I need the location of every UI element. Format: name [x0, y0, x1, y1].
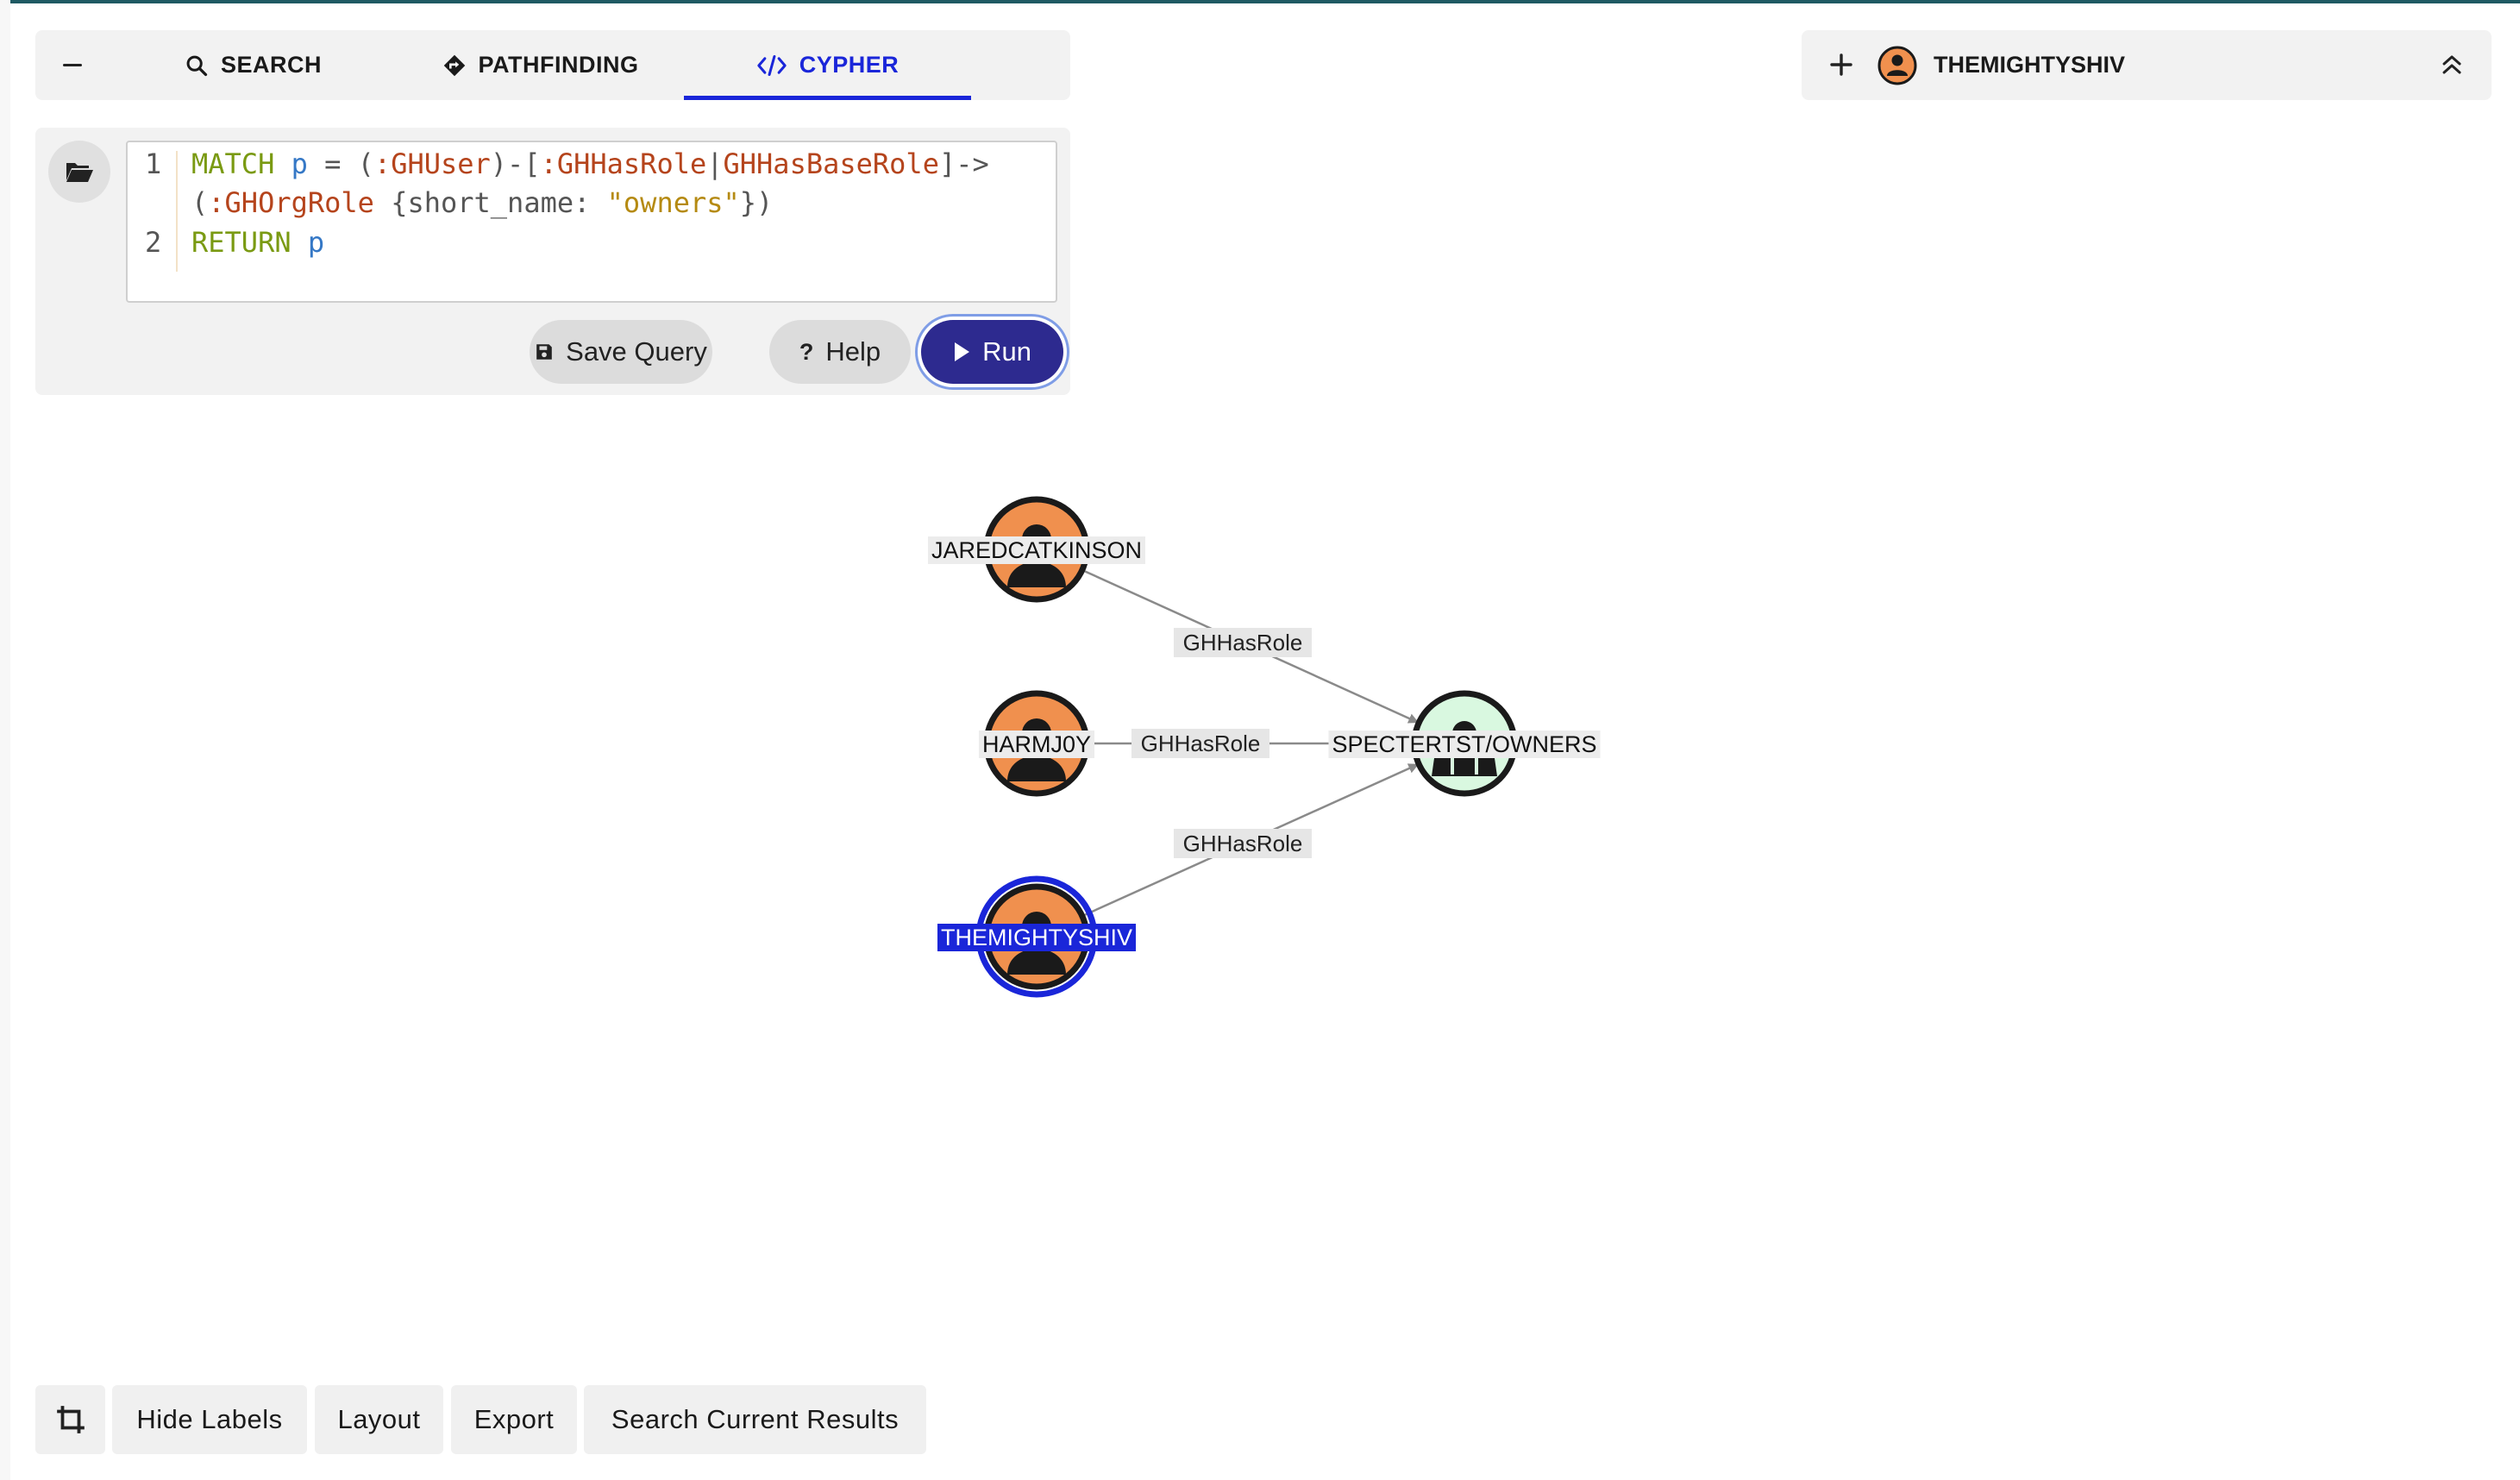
tab-cypher[interactable]: CYPHER — [684, 30, 971, 100]
search-tabs: SEARCH PATHFINDING CYPHER — [35, 30, 1070, 100]
fit-to-screen-button[interactable] — [35, 1385, 105, 1454]
code-line: RETURN p — [191, 226, 324, 259]
plus-icon[interactable] — [1826, 49, 1857, 80]
svg-text:JAREDCATKINSON: JAREDCATKINSON — [931, 537, 1142, 563]
route-diamond-icon — [443, 54, 465, 76]
export-button[interactable]: Export — [451, 1385, 577, 1454]
svg-text:THEMIGHTYSHIV: THEMIGHTYSHIV — [941, 925, 1132, 950]
help-label: Help — [825, 336, 881, 367]
chevrons-up-icon[interactable] — [2436, 49, 2467, 80]
svg-text:SPECTERTST/OWNERS: SPECTERTST/OWNERS — [1332, 731, 1596, 757]
saved-queries-button[interactable] — [48, 141, 110, 203]
code-token: {short_name: — [373, 186, 607, 219]
code-token: ( — [191, 186, 209, 219]
cypher-query-panel: 1 2 MATCH p = (:GHUser)-[:GHHasRole|GHHa… — [35, 128, 1070, 395]
code-token: RETURN — [191, 226, 291, 259]
graph-node-harmj0y[interactable]: HARMJ0Y — [978, 690, 1095, 797]
code-token: = — [307, 147, 358, 180]
line-number: 1 — [145, 147, 162, 180]
collapse-panel-button[interactable] — [35, 30, 110, 100]
selected-entity-name: THEMIGHTYSHIV — [1934, 52, 2126, 78]
save-query-button[interactable]: Save Query — [530, 320, 712, 384]
svg-text:HARMJ0Y: HARMJ0Y — [982, 731, 1091, 757]
user-avatar-icon — [1877, 46, 1917, 85]
search-icon — [186, 55, 208, 76]
cypher-editor[interactable]: 1 2 MATCH p = (:GHUser)-[:GHHasRole|GHHa… — [126, 141, 1057, 303]
code-line: (:GHOrgRole {short_name: "owners"}) — [191, 186, 773, 219]
tab-search-label: SEARCH — [220, 52, 322, 78]
code-token: GHHasBaseRole — [723, 147, 939, 180]
code-token: p — [291, 147, 308, 180]
code-token: :GHHasRole — [540, 147, 707, 180]
code-token: | — [706, 147, 724, 180]
minus-icon — [63, 64, 82, 66]
code-token: }) — [739, 186, 774, 219]
svg-text:GHHasRole: GHHasRole — [1183, 831, 1303, 856]
search-current-results-button[interactable]: Search Current Results — [584, 1385, 926, 1454]
run-query-button[interactable]: Run — [921, 320, 1063, 384]
run-label: Run — [982, 336, 1031, 367]
line-number: 2 — [145, 226, 162, 259]
edge-label: GHHasRole — [1174, 628, 1312, 657]
edge-label: GHHasRole — [1131, 729, 1269, 758]
selected-entity-bar: THEMIGHTYSHIV — [1802, 30, 2492, 100]
save-query-label: Save Query — [566, 336, 707, 367]
code-token: p — [307, 226, 325, 259]
line-number-gutter: 1 2 — [128, 142, 176, 301]
code-token: ( — [357, 147, 374, 180]
gutter-divider — [176, 151, 178, 272]
code-token: ]-> — [938, 147, 989, 180]
save-icon — [536, 344, 552, 360]
code-icon — [757, 54, 787, 76]
code-token: :GHUser — [373, 147, 491, 180]
question-icon: ? — [799, 338, 814, 365]
help-button[interactable]: ? Help — [769, 320, 911, 384]
code-token: MATCH — [191, 147, 275, 180]
tab-cypher-label: CYPHER — [799, 52, 900, 78]
tab-pathfinding-label: PATHFINDING — [478, 52, 639, 78]
svg-text:GHHasRole: GHHasRole — [1183, 630, 1303, 655]
folder-open-icon — [66, 163, 93, 182]
graph-node-spectertst-owners[interactable]: SPECTERTST/OWNERS — [1328, 690, 1601, 797]
play-icon — [955, 342, 970, 361]
tab-pathfinding[interactable]: PATHFINDING — [397, 30, 684, 100]
layout-button[interactable]: Layout — [315, 1385, 443, 1454]
code-token: )-[ — [490, 147, 541, 180]
code-token: "owners" — [606, 186, 740, 219]
code-line: MATCH p = (:GHUser)-[:GHHasRole|GHHasBas… — [191, 147, 989, 180]
hide-labels-button[interactable]: Hide Labels — [112, 1385, 307, 1454]
graph-node-themightyshiv[interactable]: THEMIGHTYSHIV — [937, 875, 1137, 998]
svg-text:GHHasRole: GHHasRole — [1141, 731, 1261, 756]
tab-search[interactable]: SEARCH — [110, 30, 397, 100]
code-token: :GHOrgRole — [208, 186, 374, 219]
crop-icon — [56, 1406, 85, 1433]
edge-label: GHHasRole — [1174, 829, 1312, 858]
